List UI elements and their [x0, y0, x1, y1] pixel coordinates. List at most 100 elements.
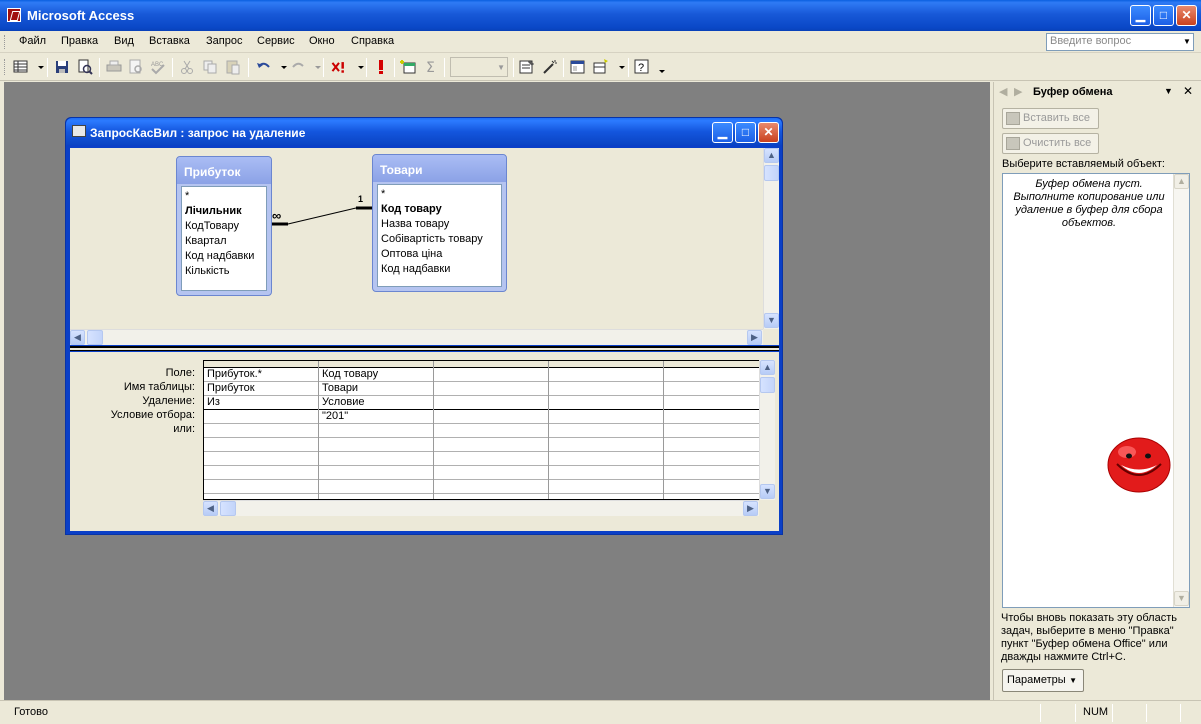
field-list-prybutok[interactable]: Прибуток * Лічильник КодТовару Квартал К…: [176, 156, 272, 296]
field-item[interactable]: Назва товару: [381, 217, 501, 232]
grid-cell[interactable]: [319, 452, 433, 466]
scroll-down-icon[interactable]: ▼: [764, 313, 779, 328]
scroll-thumb[interactable]: [760, 377, 775, 393]
cut-icon[interactable]: [178, 58, 196, 76]
menu-tools[interactable]: Сервис: [257, 35, 295, 47]
field-list-tovary[interactable]: Товари * Код товару Назва товару Собівар…: [372, 154, 507, 292]
grid-cell[interactable]: [204, 452, 318, 466]
grid-cell-field[interactable]: [434, 368, 548, 382]
properties-icon[interactable]: [518, 58, 536, 76]
minimize-button[interactable]: ▁: [1130, 5, 1151, 26]
ask-question-input[interactable]: Введите вопрос ▼: [1046, 33, 1194, 51]
paste-icon[interactable]: [224, 58, 242, 76]
menu-edit[interactable]: Правка: [61, 35, 98, 47]
field-item[interactable]: Кількість: [185, 264, 266, 279]
view-grid-icon[interactable]: [12, 58, 30, 76]
grid-cell-table[interactable]: Товари: [319, 382, 433, 396]
access-app-icon[interactable]: [7, 8, 21, 22]
build-icon[interactable]: [541, 58, 559, 76]
field-item[interactable]: Код надбавки: [381, 262, 501, 277]
scroll-right-icon[interactable]: ▶: [743, 501, 758, 516]
grid-cell-delete[interactable]: [664, 396, 759, 410]
save-icon[interactable]: [53, 58, 71, 76]
grid-cell[interactable]: [434, 452, 548, 466]
field-item[interactable]: КодТовару: [185, 219, 266, 234]
copy-icon[interactable]: [201, 58, 219, 76]
grid-cell-criteria[interactable]: [549, 410, 663, 424]
options-button[interactable]: Параметры ▼: [1002, 669, 1084, 692]
task-pane-menu-icon[interactable]: ▼: [1164, 86, 1173, 96]
grid-cell[interactable]: [434, 438, 548, 452]
field-item[interactable]: *: [381, 187, 501, 202]
grid-cell[interactable]: [319, 438, 433, 452]
view-dropdown-icon[interactable]: [32, 58, 44, 76]
paste-all-button[interactable]: Вставить все: [1002, 108, 1099, 129]
close-button[interactable]: ✕: [1176, 5, 1197, 26]
toolbar-options-icon[interactable]: [653, 58, 665, 76]
grid-column[interactable]: Код товару Товари Условие "201": [319, 361, 434, 499]
grid-cell-delete[interactable]: [549, 396, 663, 410]
grid-cell[interactable]: [549, 466, 663, 480]
show-table-icon[interactable]: [399, 58, 417, 76]
new-object-icon[interactable]: [592, 58, 610, 76]
pane-splitter[interactable]: [70, 346, 779, 351]
query-design-grid[interactable]: Прибуток.* Прибуток Из Код товару Товари…: [203, 360, 759, 500]
diagram-horizontal-scrollbar[interactable]: ◀ ▶: [70, 329, 763, 345]
grid-cell[interactable]: [204, 466, 318, 480]
task-pane-close-icon[interactable]: ✕: [1183, 84, 1193, 98]
scroll-left-icon[interactable]: ◀: [70, 330, 85, 345]
redo-dropdown-icon[interactable]: [309, 58, 321, 76]
menu-window[interactable]: Окно: [309, 35, 335, 47]
column-selector[interactable]: [434, 361, 548, 368]
combo-chevron-down-icon[interactable]: ▼: [497, 63, 505, 72]
grid-horizontal-scrollbar[interactable]: ◀ ▶: [203, 500, 759, 516]
clear-all-button[interactable]: Очистить все: [1002, 133, 1099, 154]
file-search-icon[interactable]: [76, 58, 94, 76]
grid-cell[interactable]: [204, 480, 318, 494]
menu-grip[interactable]: [4, 35, 7, 49]
scroll-up-icon[interactable]: ▲: [760, 360, 775, 375]
grid-cell[interactable]: [549, 438, 663, 452]
help-icon[interactable]: ?: [633, 58, 651, 76]
diagram-vertical-scrollbar[interactable]: ▲ ▼: [763, 148, 779, 329]
menu-query[interactable]: Запрос: [206, 35, 242, 47]
column-selector[interactable]: [549, 361, 663, 368]
app-title-bar[interactable]: Microsoft Access ▁ □ ✕: [0, 0, 1201, 31]
field-item[interactable]: Собівартість товару: [381, 232, 501, 247]
grid-cell-field[interactable]: Прибуток.*: [204, 368, 318, 382]
grid-cell-delete[interactable]: Из: [204, 396, 318, 410]
query-type-icon[interactable]: [330, 58, 352, 76]
grid-cell-field[interactable]: [549, 368, 663, 382]
grid-cell[interactable]: [664, 466, 759, 480]
redo-icon[interactable]: [289, 58, 307, 76]
field-item[interactable]: Оптова ціна: [381, 247, 501, 262]
grid-cell-delete[interactable]: [434, 396, 548, 410]
scroll-thumb[interactable]: [220, 501, 236, 516]
grid-cell[interactable]: [319, 480, 433, 494]
field-list-title[interactable]: Прибуток: [177, 157, 271, 184]
field-item[interactable]: Код товару: [381, 202, 501, 217]
grid-cell[interactable]: [549, 452, 663, 466]
field-item[interactable]: Квартал: [185, 234, 266, 249]
grid-cell[interactable]: [549, 480, 663, 494]
query-window-title-bar[interactable]: ЗапросКасВил : запрос на удаление ▁ □ ✕: [66, 118, 782, 145]
grid-column[interactable]: Прибуток.* Прибуток Из: [204, 361, 319, 499]
scroll-up-icon[interactable]: ▲: [1174, 174, 1189, 189]
field-item[interactable]: Лічильник: [185, 204, 266, 219]
scroll-right-icon[interactable]: ▶: [747, 330, 762, 345]
grid-cell[interactable]: [664, 438, 759, 452]
query-minimize-button[interactable]: ▁: [712, 122, 733, 143]
grid-cell-field[interactable]: [664, 368, 759, 382]
grid-cell[interactable]: [434, 480, 548, 494]
scroll-down-icon[interactable]: ▼: [1174, 591, 1189, 606]
grid-cell[interactable]: [664, 480, 759, 494]
menu-view[interactable]: Вид: [114, 35, 134, 47]
office-assistant-icon[interactable]: [1105, 434, 1171, 494]
grid-cell[interactable]: [204, 438, 318, 452]
field-item[interactable]: *: [185, 189, 266, 204]
column-selector[interactable]: [319, 361, 433, 368]
grid-cell-table[interactable]: [434, 382, 548, 396]
grid-cell-criteria[interactable]: [204, 410, 318, 424]
relationship-line[interactable]: [270, 198, 375, 238]
clipboard-items-list[interactable]: Буфер обмена пуст. Выполните копирование…: [1002, 173, 1190, 608]
